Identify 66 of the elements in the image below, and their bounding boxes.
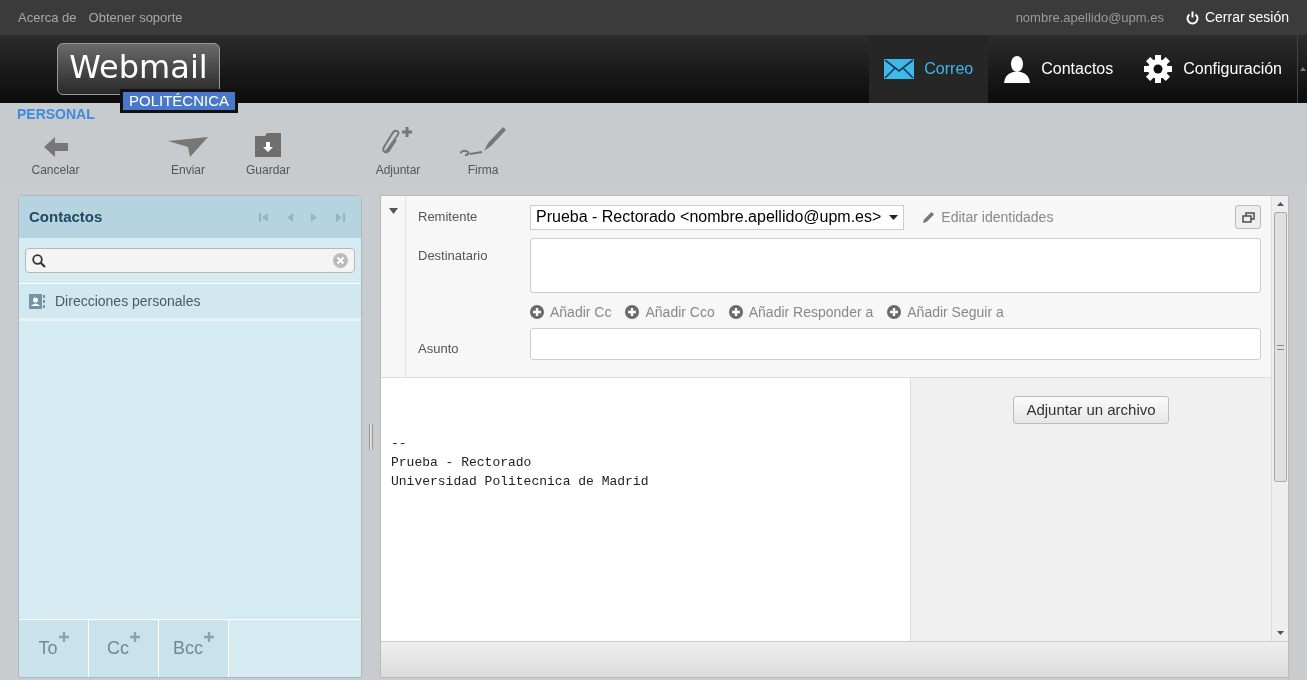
clear-icon[interactable]: [333, 253, 348, 268]
plus-icon: [130, 632, 140, 642]
toolbar-button[interactable]: Adjuntar: [363, 127, 433, 179]
plus-circle-icon: [728, 305, 743, 319]
gear-icon: [1143, 54, 1174, 84]
add-recipient-button[interactable]: To: [19, 620, 89, 677]
nav-tab[interactable]: Configuración: [1128, 35, 1297, 103]
add-field-link[interactable]: Añadir Responder a: [728, 301, 874, 323]
add-recipient-button[interactable]: Cc: [89, 620, 159, 677]
subject-field[interactable]: [530, 328, 1261, 360]
paper-plane-icon: [168, 137, 208, 157]
attach-file-button[interactable]: Adjuntar un archivo: [1013, 396, 1169, 424]
recipient-field[interactable]: [530, 238, 1261, 293]
add-recipient-button[interactable]: Bcc: [159, 620, 229, 677]
window-icon: [1241, 211, 1255, 223]
collapse-icon[interactable]: [388, 208, 398, 214]
field-label: Remitente: [418, 208, 479, 227]
add-field-link[interactable]: Añadir Cc: [530, 301, 612, 323]
nav-tab[interactable]: Contactos: [988, 35, 1129, 103]
plus-circle-icon: [625, 305, 640, 319]
address-book-item[interactable]: Direcciones personales: [19, 284, 361, 318]
previous-page-icon[interactable]: [286, 212, 293, 222]
pencil-icon: [922, 210, 936, 224]
last-page-icon[interactable]: [336, 212, 345, 222]
sender-select[interactable]: Prueba - Rectorado <nombre.apellido@upm.es>: [530, 204, 905, 230]
add-field-link[interactable]: Añadir Seguir a: [887, 301, 1004, 323]
first-page-icon[interactable]: [259, 212, 268, 222]
back-arrow-icon: [43, 137, 68, 157]
folder-download-icon: [255, 133, 281, 157]
logo-badge: POLITÉCNICA: [120, 89, 239, 113]
top-link[interactable]: Acerca de: [18, 7, 77, 28]
plus-icon: [58, 632, 69, 642]
person-icon: [1003, 55, 1032, 83]
logout-link[interactable]: Cerrar sesión: [1185, 7, 1289, 28]
scrollbar[interactable]: [1271, 196, 1288, 641]
search-icon: [32, 253, 46, 268]
power-icon: [1185, 10, 1199, 25]
splitter-handle[interactable]: [369, 423, 373, 450]
edit-identities-link[interactable]: Editar identidades: [941, 206, 1054, 228]
scrollbar-thumb[interactable]: [1273, 212, 1287, 482]
envelope-icon: [884, 59, 915, 79]
field-label: Destinatario: [418, 247, 489, 265]
search-field[interactable]: [25, 248, 355, 273]
pen-signature-icon: [460, 125, 506, 157]
plus-circle-icon: [530, 305, 544, 319]
toolbar-button[interactable]: Enviar: [158, 137, 218, 179]
plus-icon: [204, 632, 214, 642]
nav-tab[interactable]: Correo: [869, 35, 989, 103]
scroll-up-icon[interactable]: [1299, 67, 1306, 71]
scroll-up-icon[interactable]: [1276, 202, 1284, 206]
toolbar-button[interactable]: Firma: [453, 125, 513, 179]
user-email: nombre.apellido@upm.es: [1015, 8, 1164, 27]
plus-circle-icon: [887, 305, 902, 319]
add-field-link[interactable]: Añadir Cco: [625, 301, 715, 323]
caret-icon: [889, 214, 899, 220]
panel-title: Contactos: [29, 206, 103, 227]
address-book-icon: [29, 293, 45, 309]
message-body-field[interactable]: -- Prueba - Rectorado Universidad Politecnica de Madrid: [381, 378, 911, 641]
toolbar-button[interactable]: Guardar: [233, 133, 303, 179]
top-link[interactable]: Obtener soporte: [88, 7, 183, 28]
logo-tagline: PERSONAL: [17, 105, 95, 124]
toolbar-button[interactable]: Cancelar: [18, 137, 93, 179]
next-page-icon[interactable]: [311, 212, 318, 222]
field-label: Asunto: [418, 340, 460, 359]
popout-button[interactable]: [1235, 205, 1261, 229]
scroll-down-icon[interactable]: [1276, 631, 1284, 635]
